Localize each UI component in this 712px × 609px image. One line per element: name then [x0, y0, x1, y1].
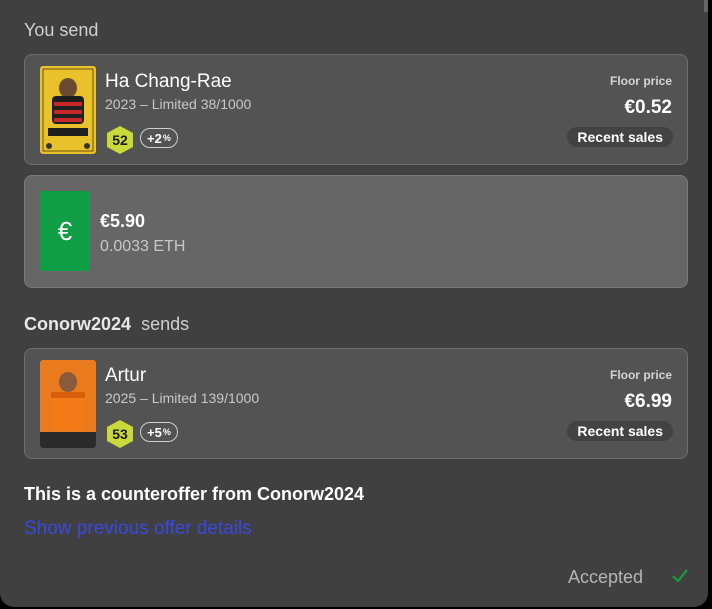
player-card-image [40, 360, 96, 448]
offer-status: Accepted [568, 567, 644, 587]
floor-price-value: €6.99 [624, 391, 672, 412]
bonus-badge: +5% [140, 422, 178, 442]
floor-price-label: Floor price [609, 368, 672, 382]
euro-icon: € [40, 191, 90, 271]
player-card-ha-chang-rae[interactable]: Ha Chang-Rae 2023 – Limited 38/1000 52 +… [24, 54, 688, 165]
bonus-value: +2 [147, 130, 162, 146]
player-name: Ha Chang-Rae [105, 71, 232, 92]
eur-amount: €5.90 [100, 211, 146, 231]
counteroffer-notice: This is a counteroffer from Conorw2024 [24, 484, 365, 504]
eth-amount: 0.0033 ETH [100, 238, 186, 255]
check-icon [670, 566, 690, 591]
player-card-image [40, 66, 96, 154]
show-previous-offer-link[interactable]: Show previous offer details [24, 518, 252, 540]
sends-text: sends [141, 314, 190, 334]
bonus-unit: % [162, 427, 171, 437]
player-name: Artur [105, 365, 147, 386]
bonus-value: +5 [147, 424, 162, 440]
rating-badge: 53 [107, 420, 133, 448]
recent-sales-button[interactable]: Recent sales [567, 421, 673, 441]
counterparty-username: Conorw2024 [24, 314, 132, 334]
scrollbar[interactable] [704, 0, 708, 12]
recent-sales-button[interactable]: Recent sales [567, 127, 673, 147]
bonus-badge: +2% [140, 128, 178, 148]
money-card: € €5.90 0.0033 ETH [24, 175, 688, 288]
offer-panel: You send Ha Chang-Rae 2023 – Limited 38/… [0, 0, 708, 607]
player-card-artur[interactable]: Artur 2025 – Limited 139/1000 53 +5% Flo… [24, 348, 688, 459]
rating-badge: 52 [107, 126, 133, 154]
player-season-rarity: 2025 – Limited 139/1000 [105, 390, 260, 406]
bonus-unit: % [162, 133, 171, 143]
player-season-rarity: 2023 – Limited 38/1000 [105, 96, 252, 112]
floor-price-value: €0.52 [624, 97, 672, 118]
they-send-label: Conorw2024 sends [24, 314, 189, 335]
floor-price-label: Floor price [609, 74, 672, 88]
you-send-label: You send [24, 20, 99, 40]
